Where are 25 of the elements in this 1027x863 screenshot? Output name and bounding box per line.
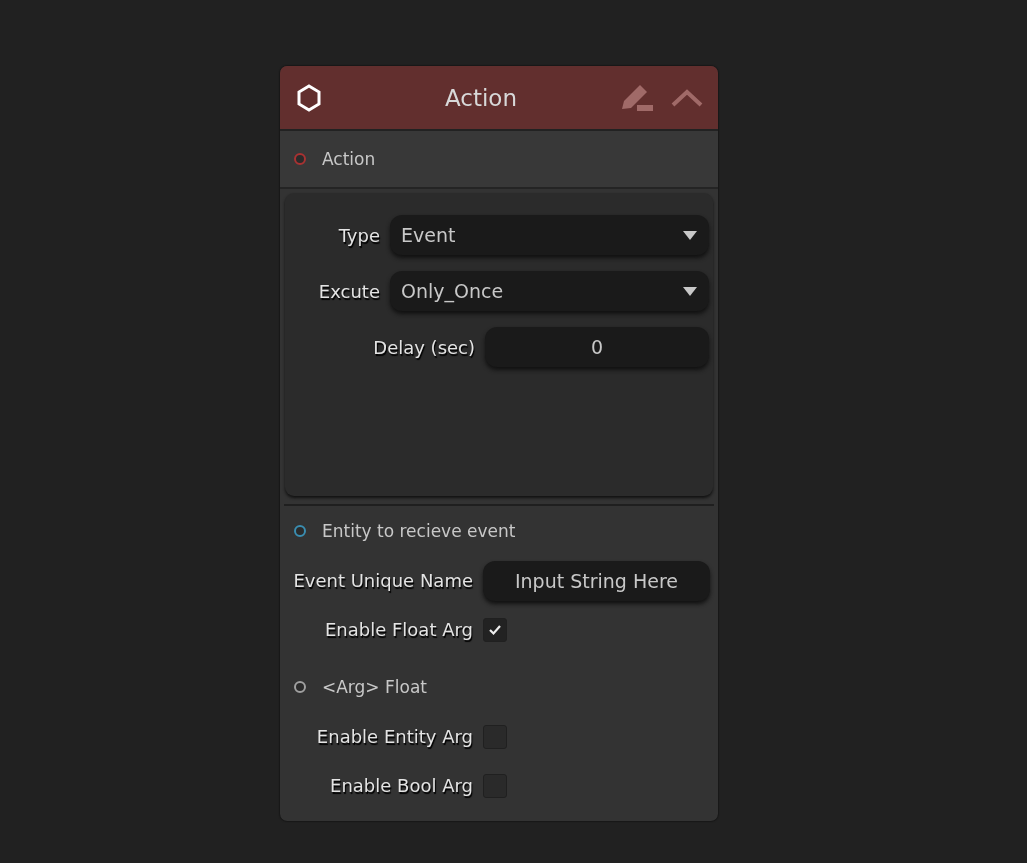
field-label: Enable Bool Arg <box>329 775 474 796</box>
text-field[interactable]: Input String Here <box>483 560 710 601</box>
port-label: Action <box>322 149 376 169</box>
dropdown-arrow-icon <box>683 286 697 296</box>
port-dot[interactable] <box>294 153 306 165</box>
dropdown[interactable]: Only_Once <box>390 271 709 311</box>
dropdown-arrow-icon <box>683 230 697 240</box>
field-label: Enable Float Arg <box>323 619 474 640</box>
checkmark-icon <box>488 623 502 636</box>
pencil-icon[interactable] <box>620 82 654 113</box>
field-label: Enable Entity Arg <box>315 726 474 747</box>
port-dot[interactable] <box>294 681 306 693</box>
number-field[interactable]: 0 <box>485 327 709 367</box>
checkbox[interactable] <box>483 617 507 642</box>
node-title: Action <box>443 84 518 111</box>
hexagon-icon <box>296 83 322 112</box>
field-label: Type <box>337 224 381 246</box>
port-dot[interactable] <box>294 525 306 537</box>
field-label: Delay (sec) <box>372 336 476 358</box>
port-label: <Arg> Float <box>322 677 427 697</box>
field-label: Excute <box>317 280 381 302</box>
port-label: Entity to recieve event <box>322 521 516 541</box>
collapse-icon[interactable] <box>670 87 704 108</box>
dropdown[interactable]: Event <box>390 215 709 255</box>
field-label: Event Unique Name <box>292 570 474 591</box>
